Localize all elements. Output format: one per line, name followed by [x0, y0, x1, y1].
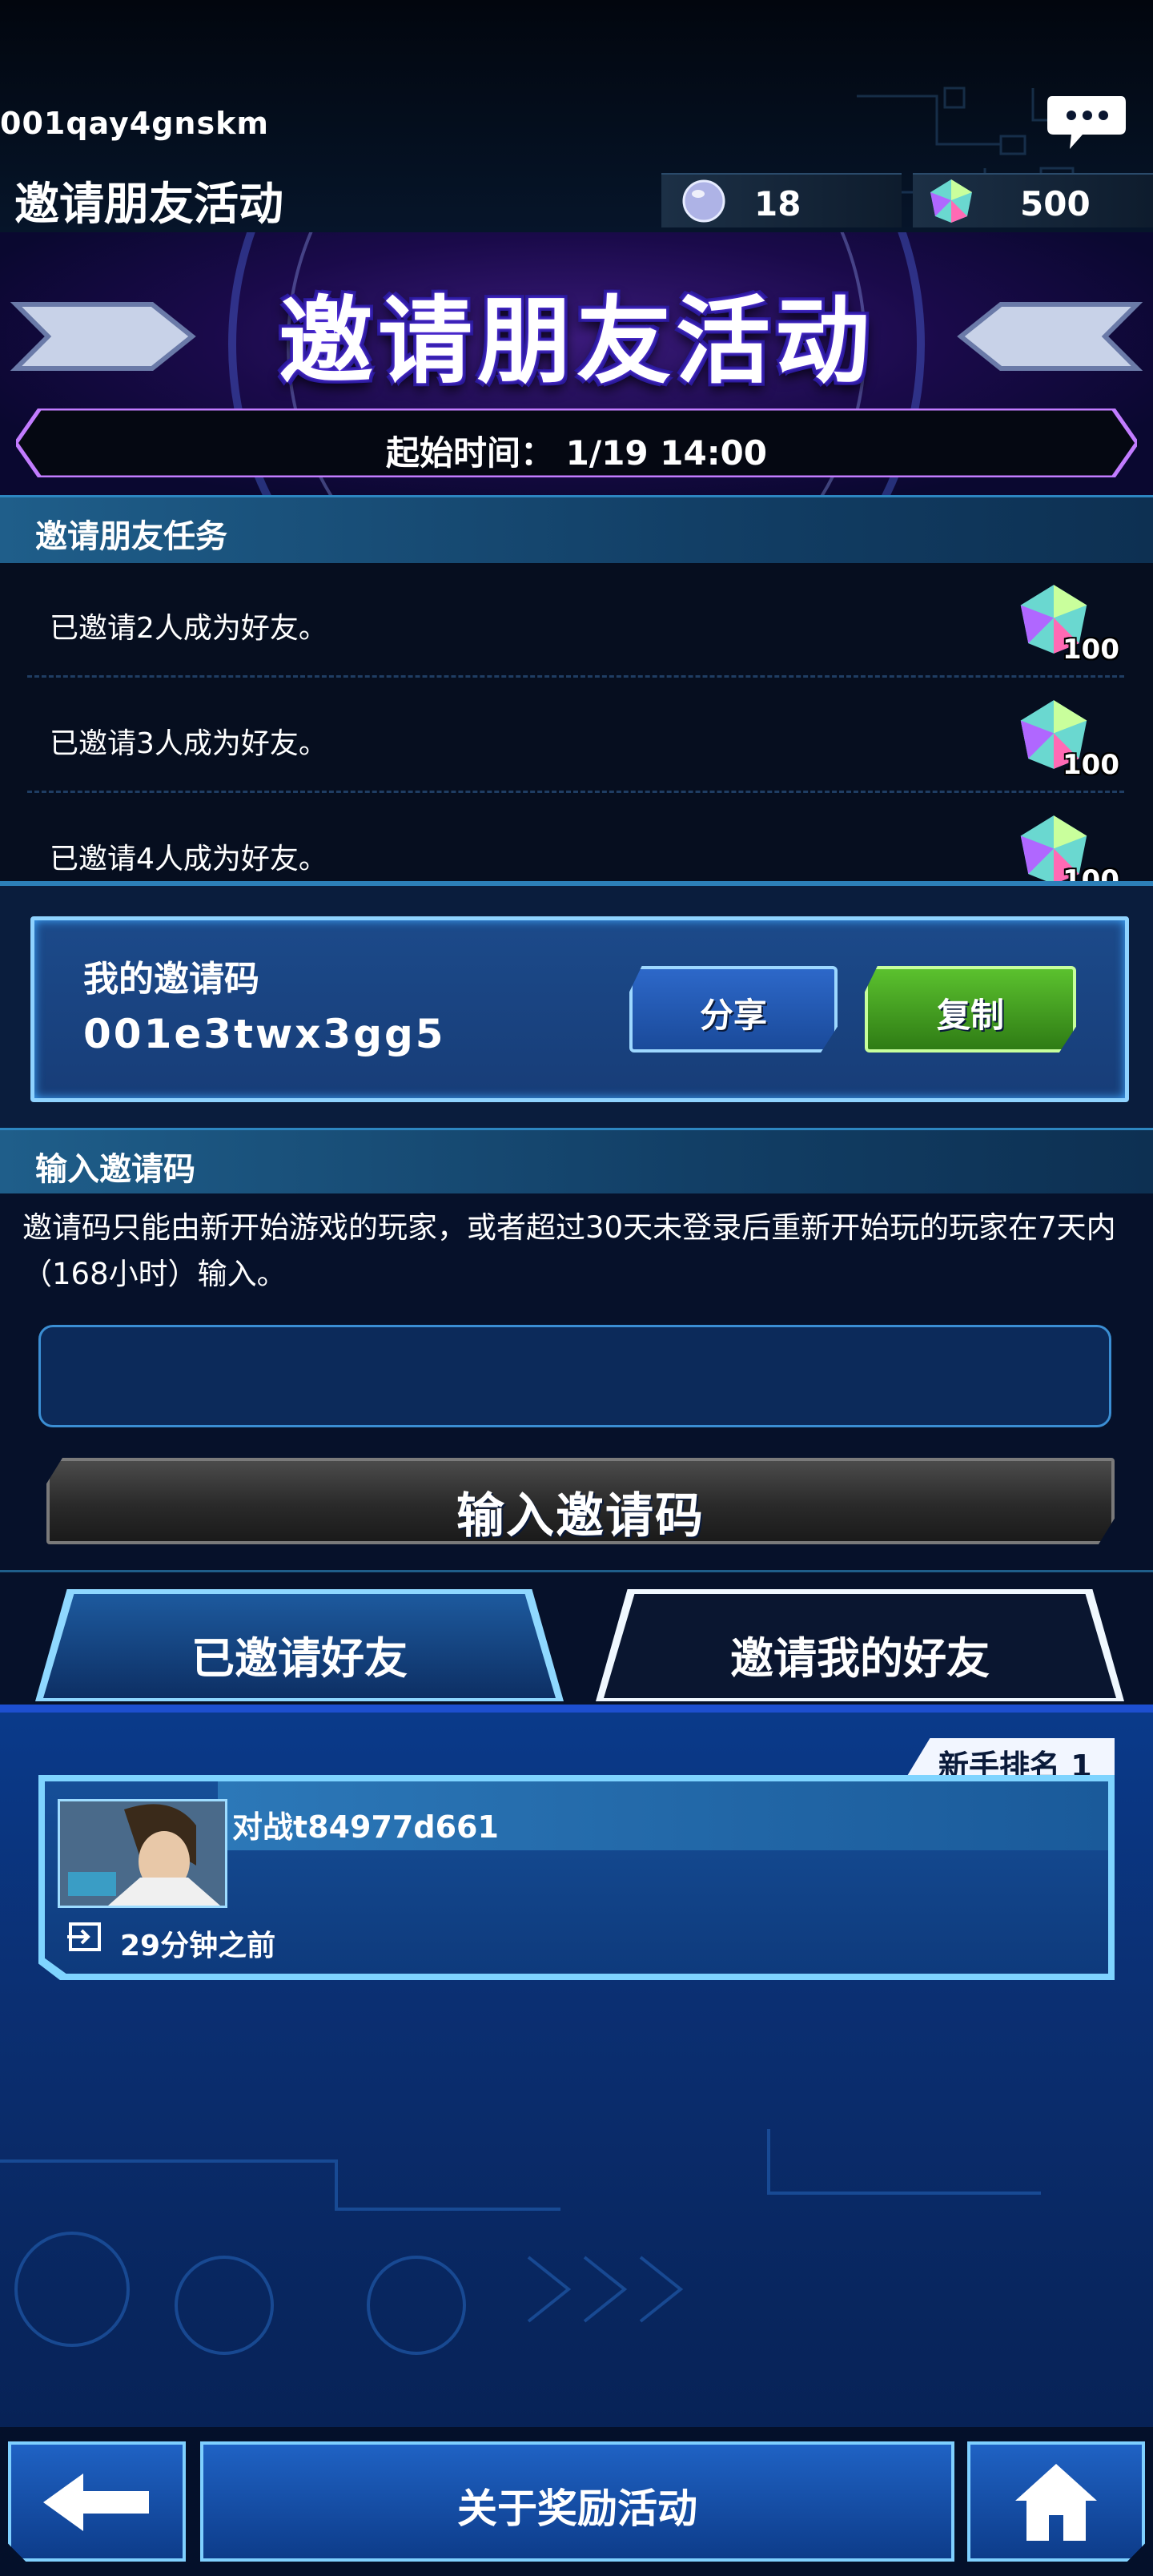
user-id: 001qay4gnskm: [0, 106, 269, 141]
enter-code-description: 邀请码只能由新开始游戏的玩家，或者超过30天未登录后重新开始玩的玩家在7天内（1…: [22, 1210, 1116, 1291]
enter-code-button[interactable]: 输入邀请码: [46, 1458, 1115, 1544]
orb-icon: [682, 179, 725, 223]
mission-list[interactable]: 已邀请2人成为好友。 100 已邀请3人成为好友。 100 已邀请4人成为好友。…: [0, 563, 1153, 883]
copy-button[interactable]: 复制: [865, 966, 1076, 1053]
mission-item: 已邀请3人成为好友。 100: [27, 678, 1124, 793]
mission-section-header: 邀请朋友任务: [0, 495, 1153, 566]
mission-section-title: 邀请朋友任务: [35, 518, 227, 555]
last-login: 29分钟之前: [120, 1930, 276, 1962]
avatar: [58, 1799, 227, 1908]
mission-item: 已邀请2人成为好友。 100: [27, 563, 1124, 678]
orb-count: 18: [754, 184, 801, 223]
enter-code-section-title: 输入邀请码: [35, 1151, 195, 1188]
friend-name: 对战t84977d661: [232, 1809, 499, 1845]
tab-invited-friends[interactable]: 已邀请好友: [43, 1594, 556, 1698]
copy-button-label: 复制: [936, 996, 1004, 1035]
tab-label: 已邀请好友: [191, 1633, 408, 1684]
start-time: 起始时间： 1/19 14:00: [386, 433, 767, 473]
avatar-image: [60, 1801, 225, 1906]
back-button[interactable]: [8, 2441, 186, 2562]
share-button[interactable]: 分享: [629, 966, 838, 1053]
mission-label: 已邀请2人成为好友。: [50, 612, 327, 645]
tab-underline: [0, 1705, 1153, 1713]
login-icon: [67, 1922, 101, 1951]
mission-label: 已邀请3人成为好友。: [50, 727, 327, 760]
enter-code-button-label: 输入邀请码: [456, 1488, 705, 1544]
arrow-left-icon: [43, 2473, 149, 2531]
mission-label: 已邀请4人成为好友。: [50, 843, 327, 875]
home-icon: [1015, 2464, 1097, 2541]
about-reward-event-label: 关于奖励活动: [457, 2485, 697, 2532]
mission-reward: 100: [1063, 749, 1119, 781]
gem-counter: 500: [913, 173, 1153, 227]
gem-icon: [930, 179, 972, 223]
mission-reward: 100: [1063, 634, 1119, 666]
invite-code-input[interactable]: [38, 1325, 1111, 1427]
chat-bubble-icon[interactable]: [1046, 91, 1127, 152]
banner-title: 邀请朋友活动: [278, 286, 874, 396]
enter-code-section-header: 输入邀请码: [0, 1128, 1153, 1198]
tab-label: 邀请我的好友: [730, 1633, 990, 1684]
home-button[interactable]: [967, 2441, 1145, 2562]
tab-friend-who-invited-me[interactable]: 邀请我的好友: [604, 1594, 1116, 1698]
my-code-value: 001e3twx3gg5: [83, 1011, 446, 1057]
share-button-label: 分享: [699, 996, 767, 1035]
page-title: 邀请朋友活动: [14, 179, 283, 231]
my-code-label: 我的邀请码: [83, 959, 259, 1000]
mission-item: 已邀请4人成为好友。 100: [27, 794, 1124, 883]
orb-counter: 18: [661, 173, 902, 227]
gem-count: 500: [1020, 184, 1091, 223]
